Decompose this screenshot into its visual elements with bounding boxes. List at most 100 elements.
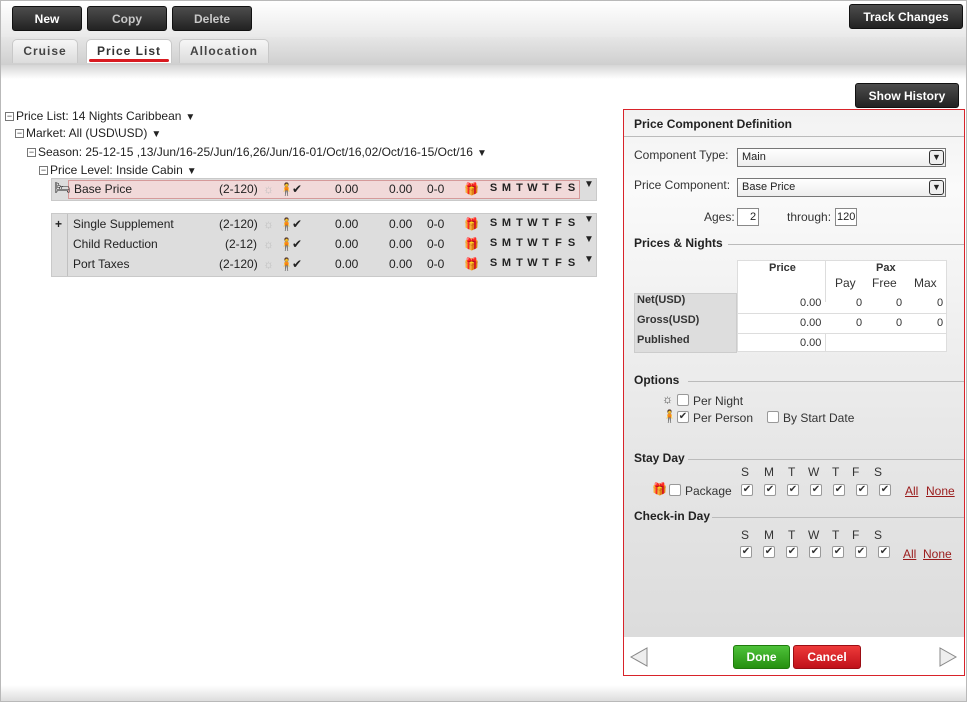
check-icon: ✔ — [292, 237, 303, 251]
season-label: Season: 25-12-15 ,13/Jun/16-25/Jun/16,26… — [38, 145, 473, 159]
checkin-day-all-link[interactable]: All — [903, 547, 916, 561]
checkin-day-checkbox[interactable]: ✔ — [740, 546, 752, 558]
track-changes-button[interactable]: Track Changes — [849, 4, 963, 29]
stay-day-checkbox[interactable]: ✔ — [741, 484, 753, 496]
row-menu-caret-icon[interactable]: ▼ — [584, 214, 594, 225]
table-row[interactable]: 🛏 Base Price (2-120) ☼ 🧍 ✔ 0.00 0.00 0-0… — [51, 179, 597, 199]
row-menu-caret-icon[interactable]: ▼ — [584, 179, 594, 190]
day-links[interactable]: SMTWTFS — [487, 257, 578, 269]
tab-price-list[interactable]: Price List — [86, 39, 172, 63]
gross-max-input[interactable]: 0 — [937, 317, 943, 329]
tab-underline — [1, 65, 966, 79]
pax-value: 0-0 — [427, 182, 445, 196]
checkin-day-checkbox[interactable]: ✔ — [832, 546, 844, 558]
next-arrow-icon[interactable] — [938, 647, 958, 667]
component-name: Port Taxes — [73, 257, 130, 271]
previous-arrow-icon[interactable] — [629, 647, 649, 667]
day-header: T — [788, 528, 796, 542]
net-free-input[interactable]: 0 — [896, 297, 902, 309]
collapse-icon[interactable]: − — [27, 148, 36, 157]
dropdown-caret-icon[interactable]: ▼ — [185, 112, 195, 123]
dropdown-caret-icon[interactable]: ▼ — [151, 129, 161, 140]
collapse-icon[interactable]: − — [39, 166, 48, 175]
collapse-icon[interactable]: − — [5, 112, 14, 121]
day-links[interactable]: SMTWTFS — [487, 182, 578, 194]
table-row[interactable]: Port Taxes (2-120) ☼ 🧍 ✔ 0.00 0.00 0-0 🎁… — [51, 254, 597, 274]
day-links[interactable]: SMTWTFS — [487, 217, 578, 229]
ages-from-input[interactable]: 2 — [737, 208, 759, 226]
gross-pay-input[interactable]: 0 — [856, 317, 862, 329]
net-pay-input[interactable]: 0 — [856, 297, 862, 309]
dropdown-caret-icon[interactable]: ▼ — [187, 166, 197, 177]
price-component-select[interactable]: Base Price ▼ — [737, 178, 946, 197]
price-component-value: Base Price — [742, 181, 796, 193]
collapse-icon[interactable]: − — [15, 129, 24, 138]
checkin-day-checkbox[interactable]: ✔ — [763, 546, 775, 558]
component-ages: (2-12) — [225, 237, 258, 251]
checkin-day-checkbox[interactable]: ✔ — [786, 546, 798, 558]
component-type-value: Main — [742, 151, 766, 163]
checkin-day-checkbox[interactable]: ✔ — [878, 546, 890, 558]
checkin-day-none-link[interactable]: None — [923, 547, 952, 561]
stay-day-none-link[interactable]: None — [926, 484, 955, 498]
published-price-input[interactable]: 0.00 — [800, 337, 821, 349]
tree-price-list[interactable]: − Price List: 14 Nights Caribbean ▼ — [5, 109, 195, 123]
stay-day-checkbox[interactable]: ✔ — [833, 484, 845, 496]
gross-value: 0.00 — [389, 257, 413, 271]
ages-to-input[interactable]: 120 — [835, 208, 857, 226]
component-name: Child Reduction — [73, 237, 158, 251]
stay-day-checkbox[interactable]: ✔ — [810, 484, 822, 496]
stay-day-checkbox[interactable]: ✔ — [856, 484, 868, 496]
day-header: F — [852, 465, 860, 479]
divider — [737, 313, 947, 314]
dropdown-caret-icon[interactable]: ▼ — [477, 148, 487, 159]
day-header: M — [764, 528, 774, 542]
stay-day-checkbox[interactable]: ✔ — [764, 484, 776, 496]
divider — [728, 244, 964, 245]
component-type-select[interactable]: Main ▼ — [737, 148, 946, 167]
sun-icon: ☼ — [662, 392, 673, 406]
stay-day-checkbox[interactable]: ✔ — [879, 484, 891, 496]
row-menu-caret-icon[interactable]: ▼ — [584, 234, 594, 245]
table-row[interactable]: Single Supplement (2-120) ☼ 🧍 ✔ 0.00 0.0… — [51, 214, 597, 234]
new-button[interactable]: New — [12, 6, 82, 31]
copy-button[interactable]: Copy — [87, 6, 167, 31]
done-button[interactable]: Done — [733, 645, 790, 669]
day-header: W — [808, 465, 820, 479]
tab-cruise[interactable]: Cruise — [12, 39, 78, 63]
net-max-input[interactable]: 0 — [937, 297, 943, 309]
tree-season[interactable]: − Season: 25-12-15 ,13/Jun/16-25/Jun/16,2… — [27, 145, 487, 159]
net-value: 0.00 — [335, 182, 359, 196]
per-night-label: Per Night — [693, 394, 744, 408]
stay-day-heading: Stay Day — [634, 451, 685, 465]
per-person-checkbox[interactable]: ✔ — [677, 411, 689, 423]
day-header: F — [852, 528, 860, 542]
options-heading: Options — [634, 373, 680, 387]
net-price-input[interactable]: 0.00 — [800, 297, 821, 309]
cancel-button[interactable]: Cancel — [793, 645, 861, 669]
stay-day-checkbox[interactable]: ✔ — [787, 484, 799, 496]
checkin-day-checkbox[interactable]: ✔ — [855, 546, 867, 558]
gross-value: 0.00 — [389, 182, 413, 196]
gross-free-input[interactable]: 0 — [896, 317, 902, 329]
day-header: T — [788, 465, 796, 479]
tree-price-level[interactable]: − Price Level: Inside Cabin ▼ — [39, 163, 197, 177]
table-row[interactable]: Child Reduction (2-12) ☼ 🧍 ✔ 0.00 0.00 0… — [51, 234, 597, 254]
by-start-date-checkbox[interactable] — [767, 411, 779, 423]
component-ages: (2-120) — [219, 217, 258, 231]
delete-button[interactable]: Delete — [172, 6, 252, 31]
stay-day-all-link[interactable]: All — [905, 484, 918, 498]
checkin-day-checkbox[interactable]: ✔ — [809, 546, 821, 558]
per-night-checkbox[interactable] — [677, 394, 689, 406]
tree-market[interactable]: − Market: All (USD\USD) ▼ — [15, 126, 161, 140]
day-links[interactable]: SMTWTFS — [487, 237, 578, 249]
row-menu-caret-icon[interactable]: ▼ — [584, 254, 594, 265]
sun-icon: ☼ — [263, 182, 274, 196]
divider — [737, 333, 947, 334]
package-checkbox[interactable] — [669, 484, 681, 496]
chevron-down-icon: ▼ — [929, 150, 944, 165]
gross-price-input[interactable]: 0.00 — [800, 317, 821, 329]
tab-allocation[interactable]: Allocation — [179, 39, 269, 63]
bed-icon: 🛏 — [54, 180, 71, 195]
show-history-button[interactable]: Show History — [855, 83, 959, 108]
